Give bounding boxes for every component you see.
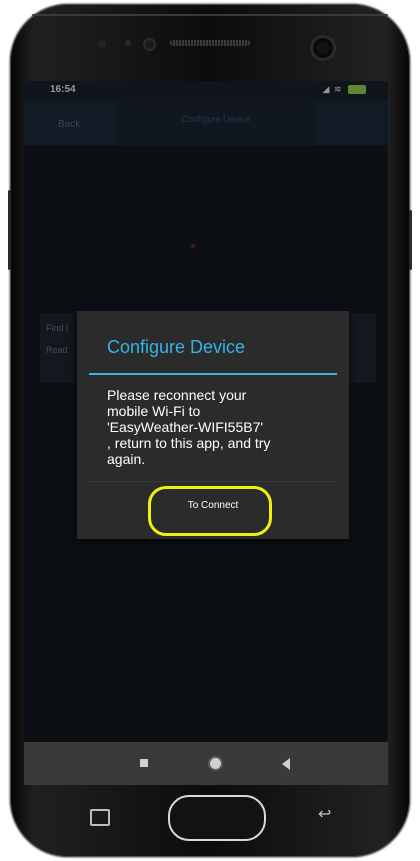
dialog-title: Configure Device: [107, 337, 246, 357]
sensor-icon: [98, 40, 106, 48]
home-icon[interactable]: [210, 758, 221, 769]
hardware-back-icon[interactable]: ↩: [318, 807, 344, 823]
bezel-highlight: [32, 14, 388, 16]
front-camera-icon: [313, 38, 333, 58]
sensor-icon: [125, 40, 131, 46]
sensor-icon: [145, 40, 154, 49]
phone-screen: 16:54 ◢ ≋ Back Configure Device Find I R…: [24, 81, 388, 785]
dialog-title-divider: [89, 373, 337, 375]
volume-key: [8, 190, 11, 270]
android-nav-bar: [24, 742, 388, 785]
hardware-recent-icon[interactable]: [90, 809, 110, 826]
back-triangle-icon[interactable]: [282, 758, 290, 770]
highlight-circle: [148, 486, 272, 536]
power-key: [409, 210, 412, 270]
hardware-home-button[interactable]: [168, 795, 266, 841]
earpiece-speaker: [170, 40, 250, 46]
recent-apps-icon[interactable]: [140, 759, 148, 767]
dialog-message: Please reconnect your mobile Wi-Fi to 'E…: [107, 387, 271, 467]
